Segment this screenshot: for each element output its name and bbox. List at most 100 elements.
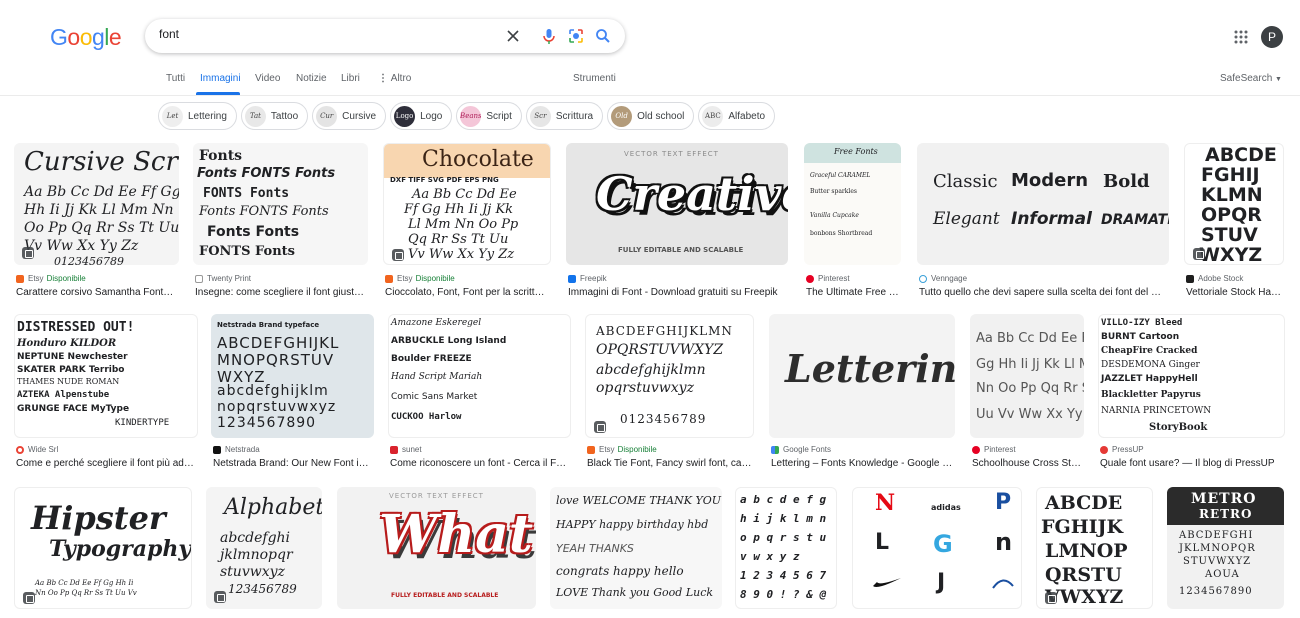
tools-button[interactable]: Strumenti xyxy=(573,73,616,84)
result-thumbnail[interactable]: Fonts Fonts FONTS Fonts FONTS Fonts Font… xyxy=(193,143,368,265)
result-caption[interactable]: Schoolhouse Cross St… xyxy=(972,458,1084,469)
result-caption[interactable]: Immagini di Font - Download gratuiti su … xyxy=(568,287,790,298)
chip-alfabeto[interactable]: ABC Alfabeto xyxy=(698,102,776,130)
safesearch-button[interactable]: SafeSearch ▼ xyxy=(1220,73,1282,84)
result-thumbnail[interactable]: Hipster Typography Aa Bb Cc Dd Ee Ff Gg … xyxy=(14,487,192,609)
result-caption[interactable]: Quale font usare? — Il blog di PressUP xyxy=(1100,458,1287,469)
result-thumbnail[interactable]: Amazone Eskeregel ARBUCKLE Long Island B… xyxy=(388,314,571,438)
result-source[interactable]: sunet xyxy=(390,445,422,454)
chip-logo[interactable]: Logo Logo xyxy=(390,102,453,130)
result-caption[interactable]: Black Tie Font, Fancy swirl font, ca… xyxy=(587,458,754,469)
result-source[interactable]: Etsy Disponibile xyxy=(16,274,86,283)
result-source[interactable]: Etsy Disponibile xyxy=(385,274,455,283)
result-thumbnail[interactable]: Alphabet abcdefghi jklmnopqr stuvwxyz 12… xyxy=(206,487,322,609)
image-result[interactable]: Cursive Script Aa Bb Cc Dd Ee Ff Gg Hh I… xyxy=(14,143,179,305)
image-result[interactable]: VILLO-IZY Bleed BURNT Cartoon CheapFire … xyxy=(1098,314,1285,474)
result-source[interactable]: Adobe Stock xyxy=(1186,274,1243,283)
google-logo[interactable]: Google xyxy=(50,24,122,51)
result-caption[interactable]: Lettering – Fonts Knowledge - Google … xyxy=(771,458,957,469)
account-avatar[interactable]: P xyxy=(1261,26,1283,48)
image-result[interactable]: VECTOR TEXT EFFECT Creative FULLY EDITAB… xyxy=(566,143,788,305)
tab-altro[interactable]: ⋮ Altro xyxy=(378,73,411,84)
result-source[interactable]: Wide Srl xyxy=(16,445,58,454)
image-result[interactable]: VECTOR TEXT EFFECT What FULLY EDITABLE A… xyxy=(337,487,536,609)
result-source[interactable]: Twenty Print xyxy=(195,274,251,283)
image-result[interactable]: Netstrada Brand typeface ABCDEFGHIJKL MN… xyxy=(211,314,374,474)
image-text: Vanilla Cupcake xyxy=(810,212,859,219)
result-source[interactable]: Etsy Disponibile xyxy=(587,445,657,454)
tab-libri[interactable]: Libri xyxy=(341,73,360,84)
tab-tutti[interactable]: Tutti xyxy=(166,73,185,84)
chip-lettering[interactable]: Let Lettering xyxy=(158,102,237,130)
result-thumbnail[interactable]: Cursive Script Aa Bb Cc Dd Ee Ff Gg Hh I… xyxy=(14,143,179,265)
result-caption[interactable]: Cioccolato, Font, Font per la scritt… xyxy=(385,287,551,298)
result-thumbnail[interactable]: VILLO-IZY Bleed BURNT Cartoon CheapFire … xyxy=(1098,314,1285,438)
result-thumbnail[interactable]: a b c d e f g h i j k l m n o p q r s t … xyxy=(735,487,837,609)
microphone-icon[interactable] xyxy=(539,26,559,46)
result-caption[interactable]: Come riconoscere un font - Cerca il F… xyxy=(390,458,571,469)
result-thumbnail[interactable]: DISTRESSED OUT! Honduro KILDOR NEPTUNE N… xyxy=(14,314,198,438)
clear-icon[interactable] xyxy=(503,26,523,46)
result-caption[interactable]: Carattere corsivo Samantha Font… xyxy=(16,287,181,298)
result-caption[interactable]: The Ultimate Free … xyxy=(806,287,903,298)
result-source[interactable]: Pinterest xyxy=(972,445,1016,454)
image-result[interactable]: Free Fonts Graceful CARAMEL Butter spark… xyxy=(804,143,901,305)
result-caption[interactable]: Tutto quello che devi sapere sulla scelt… xyxy=(919,287,1169,298)
result-thumbnail[interactable]: ABCDE FGHIJK LMNOP QRSTU VWXYZ xyxy=(1036,487,1153,609)
image-result[interactable]: Hipster Typography Aa Bb Cc Dd Ee Ff Gg … xyxy=(14,487,192,609)
camera-lens-icon[interactable] xyxy=(566,26,586,46)
image-result[interactable]: DISTRESSED OUT! Honduro KILDOR NEPTUNE N… xyxy=(14,314,198,474)
tab-immagini[interactable]: Immagini xyxy=(200,73,241,84)
result-caption[interactable]: Insegne: come scegliere il font giust… xyxy=(195,287,367,298)
chip-scrittura[interactable]: Scr Scrittura xyxy=(525,102,604,130)
result-source[interactable]: PressUP xyxy=(1100,445,1144,454)
chip-script[interactable]: Beans Script xyxy=(456,102,522,130)
result-caption[interactable]: Vettoriale Stock Ha… xyxy=(1186,287,1284,298)
apps-grid-icon[interactable] xyxy=(1233,29,1249,45)
image-result[interactable]: love WELCOME THANK YOU HELLO HAPPY happy… xyxy=(550,487,722,609)
result-thumbnail[interactable]: N adidas P L G n J xyxy=(852,487,1022,609)
result-thumbnail[interactable]: Lettering xyxy=(769,314,955,438)
chip-tattoo[interactable]: Tat Tattoo xyxy=(240,102,309,130)
chip-cursive[interactable]: Cur Cursive xyxy=(312,102,387,130)
result-source[interactable]: Venngage xyxy=(919,274,967,283)
result-source[interactable]: Freepik xyxy=(568,274,607,283)
search-icon[interactable] xyxy=(593,26,613,46)
result-thumbnail[interactable]: Netstrada Brand typeface ABCDEFGHIJKL MN… xyxy=(211,314,374,438)
image-result[interactable]: ABCDEFGHIJKLMN OPQRSTUVWXYZ abcdefghijkl… xyxy=(585,314,754,474)
image-text: THAMES NUDE ROMAN xyxy=(17,377,120,386)
chip-old-school[interactable]: Old Old school xyxy=(607,102,695,130)
result-thumbnail[interactable]: ABCDE FGHIJ KLMN OPQR STUV WXYZ xyxy=(1184,143,1284,265)
image-result[interactable]: Chocolate DXF TIFF SVG PDF EPS PNG Aa Bb… xyxy=(383,143,551,305)
result-thumbnail[interactable]: ABCDEFGHIJKLMN OPQRSTUVWXYZ abcdefghijkl… xyxy=(585,314,754,438)
result-thumbnail[interactable]: Aa Bb Cc Dd Ee Ff Gg Hh Ii Jj Kk Ll Mm N… xyxy=(970,314,1084,438)
image-result[interactable]: Amazone Eskeregel ARBUCKLE Long Island B… xyxy=(388,314,571,474)
result-thumbnail[interactable]: love WELCOME THANK YOU HELLO HAPPY happy… xyxy=(550,487,722,609)
result-source[interactable]: Netstrada xyxy=(213,445,260,454)
result-source[interactable]: Pinterest xyxy=(806,274,850,283)
search-input[interactable] xyxy=(159,27,499,41)
image-result[interactable]: Fonts Fonts FONTS Fonts FONTS Fonts Font… xyxy=(193,143,368,305)
image-result[interactable]: Classic Modern Bold Elegant Informal DRA… xyxy=(917,143,1169,305)
image-result[interactable]: ABCDE FGHIJ KLMN OPQR STUV WXYZ Adobe St… xyxy=(1184,143,1284,305)
result-thumbnail[interactable]: METRO RETRO ABCDEFGHI JKLMNOPQR STUVWXYZ… xyxy=(1167,487,1284,609)
tab-video[interactable]: Video xyxy=(255,73,280,84)
result-thumbnail[interactable]: Free Fonts Graceful CARAMEL Butter spark… xyxy=(804,143,901,265)
image-result[interactable]: N adidas P L G n J xyxy=(852,487,1022,609)
availability-label: Disponibile xyxy=(617,445,657,454)
result-caption[interactable]: Come e perché scegliere il font più ad… xyxy=(16,458,200,469)
result-thumbnail[interactable]: VECTOR TEXT EFFECT Creative FULLY EDITAB… xyxy=(566,143,788,265)
result-thumbnail[interactable]: VECTOR TEXT EFFECT What FULLY EDITABLE A… xyxy=(337,487,536,609)
image-result[interactable]: ABCDE FGHIJK LMNOP QRSTU VWXYZ xyxy=(1036,487,1153,609)
result-thumbnail[interactable]: Chocolate DXF TIFF SVG PDF EPS PNG Aa Bb… xyxy=(383,143,551,265)
image-result[interactable]: a b c d e f g h i j k l m n o p q r s t … xyxy=(735,487,837,609)
image-result[interactable]: Alphabet abcdefghi jklmnopqr stuvwxyz 12… xyxy=(206,487,322,609)
result-source[interactable]: Google Fonts xyxy=(771,445,831,454)
result-thumbnail[interactable]: Classic Modern Bold Elegant Informal DRA… xyxy=(917,143,1169,265)
image-result[interactable]: Lettering Google Fonts Lettering – Fonts… xyxy=(769,314,955,474)
image-text: bonbons Shortbread xyxy=(810,230,873,237)
image-result[interactable]: METRO RETRO ABCDEFGHI JKLMNOPQR STUVWXYZ… xyxy=(1167,487,1284,609)
result-caption[interactable]: Netstrada Brand: Our New Font i… xyxy=(213,458,374,469)
tab-notizie[interactable]: Notizie xyxy=(296,73,327,84)
image-result[interactable]: Aa Bb Cc Dd Ee Ff Gg Hh Ii Jj Kk Ll Mm N… xyxy=(970,314,1084,474)
